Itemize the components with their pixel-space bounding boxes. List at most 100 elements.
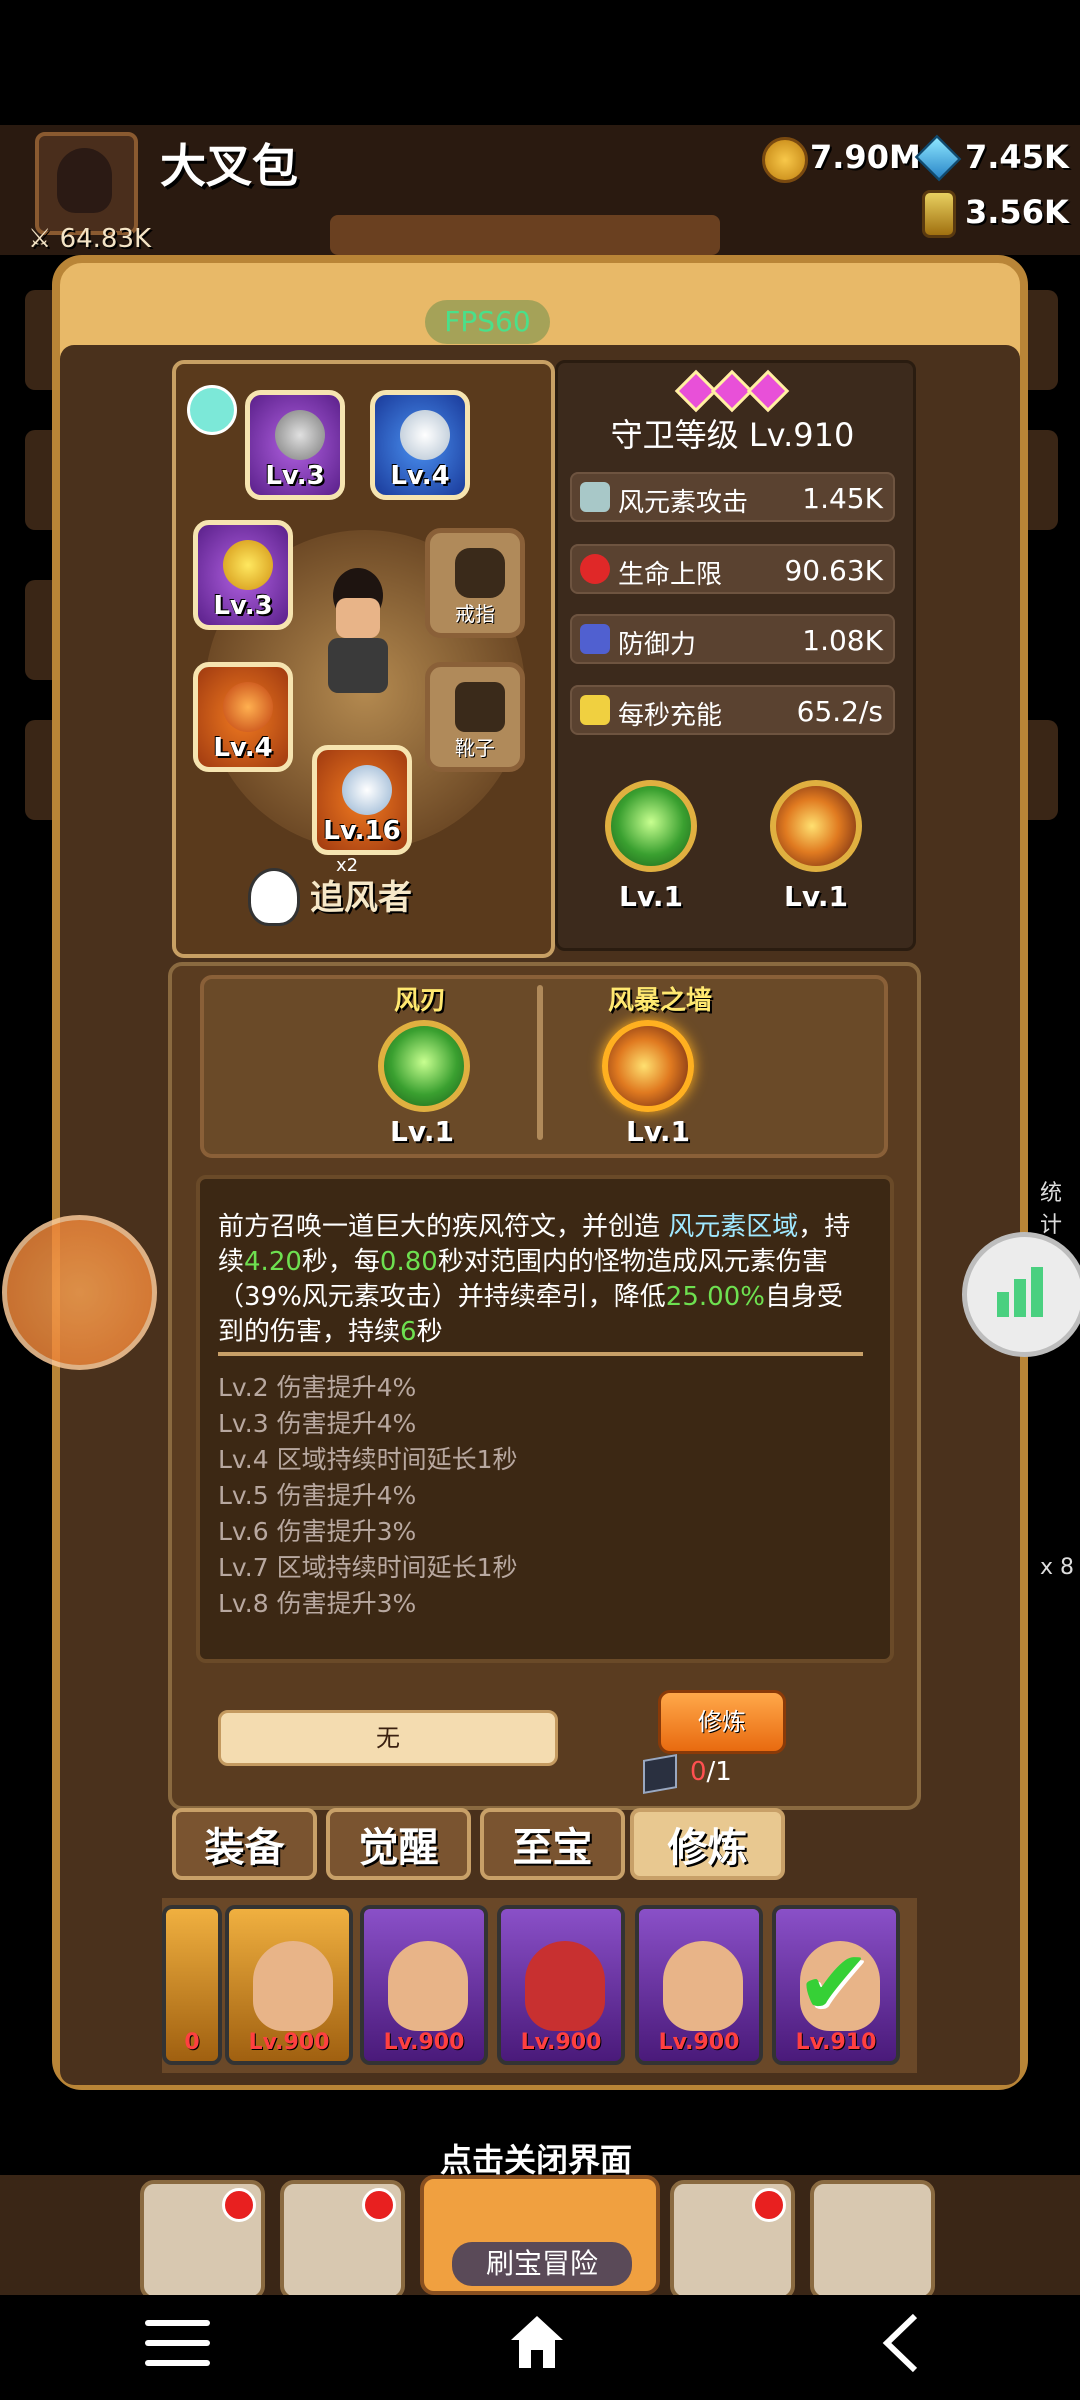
hero-level: Lv.900 xyxy=(248,2030,330,2055)
power-value: 64.83K xyxy=(59,224,152,254)
hero-card[interactable]: Lv.900 xyxy=(497,1905,625,2065)
equip-slot-4[interactable]: Lv.4 xyxy=(193,662,293,772)
skill1-name: 风刃 xyxy=(393,986,446,1016)
hero-card-selected[interactable]: ✔ Lv.910 xyxy=(772,1905,900,2065)
skill-storm-wall-orb[interactable] xyxy=(770,780,862,872)
recent-apps-icon[interactable] xyxy=(145,2320,210,2380)
adventure-label: 刷宝冒险 xyxy=(452,2242,632,2286)
train-button[interactable]: 修炼 xyxy=(658,1690,786,1754)
stats-side-label[interactable]: 统计 xyxy=(1040,1175,1080,1239)
notification-dot xyxy=(752,2188,786,2222)
hero-character xyxy=(318,568,398,708)
floating-assistant-button[interactable] xyxy=(2,1215,157,1370)
hero-card[interactable]: Lv.900 xyxy=(635,1905,763,2065)
gem-amount: 7.45K xyxy=(965,138,1069,176)
hero-portrait xyxy=(388,1941,468,2031)
stat-row-charge: 每秒充能 65.2/s xyxy=(570,685,895,735)
material-count: 0/1 xyxy=(690,1757,732,1787)
class-shield-icon xyxy=(248,868,300,926)
equip-slot-1[interactable]: Lv.3 xyxy=(245,390,345,500)
tab-equipment[interactable]: 装备 xyxy=(172,1808,317,1880)
gold-amount: 7.90M xyxy=(810,138,921,176)
boots-slot[interactable]: 靴子 xyxy=(425,662,525,772)
skill2-level: Lv.1 xyxy=(626,1115,690,1148)
level-upgrade-line: Lv.3 伤害提升4% xyxy=(218,1409,417,1438)
skill1-orb[interactable] xyxy=(378,1020,470,1112)
equip-slot-3[interactable]: Lv.3 xyxy=(193,520,293,630)
back-icon[interactable] xyxy=(875,2312,925,2374)
notification-dot xyxy=(222,2188,256,2222)
skill-description: 前方召唤一道巨大的疾风符文，并创造 风元素区域，持续4.20秒，每0.80秒对范… xyxy=(218,1212,851,1347)
skill-selector xyxy=(200,975,888,1158)
armor-icon xyxy=(223,682,273,732)
material-slot[interactable]: 无 xyxy=(218,1710,558,1766)
shield-icon xyxy=(580,624,610,654)
tab-treasure[interactable]: 至宝 xyxy=(480,1808,625,1880)
ring-label: 戒指 xyxy=(455,602,495,626)
stage-banner xyxy=(330,215,720,255)
hero-portrait xyxy=(253,1941,333,2031)
guard-level: 守卫等级 Lv.910 xyxy=(610,416,855,454)
level-upgrade-line: Lv.5 伤害提升4% xyxy=(218,1481,417,1510)
forge-button[interactable] xyxy=(810,2180,935,2300)
skill2-orb[interactable] xyxy=(602,1020,694,1112)
hero-level: Lv.900 xyxy=(383,2030,465,2055)
diamond-icon xyxy=(746,369,790,413)
stat-value: 1.45K xyxy=(802,482,883,515)
lightning-icon xyxy=(580,695,610,725)
level-upgrade-line: Lv.6 伤害提升3% xyxy=(218,1517,417,1546)
potion-icon xyxy=(922,190,956,238)
skill-divider xyxy=(537,985,543,1140)
tab-awaken[interactable]: 觉醒 xyxy=(326,1808,471,1880)
stat-name: 风元素攻击 xyxy=(618,488,749,518)
level-upgrade-line: Lv.2 伤害提升4% xyxy=(218,1373,417,1402)
boots-icon xyxy=(455,682,505,732)
player-avatar[interactable] xyxy=(35,132,138,235)
player-power: ⚔ 64.83K xyxy=(28,224,152,254)
equip-slot-2[interactable]: Lv.4 xyxy=(370,390,470,500)
stat-name: 生命上限 xyxy=(618,560,723,590)
tab-training[interactable]: 修炼 xyxy=(630,1808,785,1880)
skill2-name: 风暴之墙 xyxy=(607,986,712,1016)
slot-level: Lv.4 xyxy=(390,461,450,491)
level-upgrade-line: Lv.7 区域持续时间延长1秒 xyxy=(218,1553,518,1582)
hero-portrait xyxy=(663,1941,743,2031)
hero-card[interactable]: Lv.900 xyxy=(360,1905,488,2065)
slot-level: Lv.16 xyxy=(323,816,401,846)
skill-wind-blade-orb[interactable] xyxy=(605,780,697,872)
skill1-level: Lv.1 xyxy=(390,1115,454,1148)
speed-multiplier[interactable]: x 8 xyxy=(1040,1555,1074,1580)
helmet-icon xyxy=(223,540,273,590)
vortex-icon xyxy=(275,410,325,460)
hero-level: 0 xyxy=(184,2030,200,2055)
level-upgrade-line: Lv.8 伤害提升3% xyxy=(218,1589,417,1618)
avatar-face xyxy=(57,148,112,213)
checkmark-icon: ✔ xyxy=(796,1931,872,2036)
wind-blade-icon xyxy=(580,482,610,512)
hero-card[interactable]: Lv.900 xyxy=(225,1905,353,2065)
hero-card[interactable]: 0 xyxy=(162,1905,222,2065)
slot-level: Lv.3 xyxy=(265,461,325,491)
ring-slot[interactable]: 戒指 xyxy=(425,528,525,638)
wings-emblem-icon xyxy=(342,765,392,815)
floating-stats-button[interactable] xyxy=(962,1232,1080,1357)
slot-level: Lv.4 xyxy=(213,733,273,763)
stat-name: 每秒充能 xyxy=(618,701,723,731)
home-icon[interactable] xyxy=(505,2310,569,2374)
description-separator xyxy=(218,1352,863,1356)
stat-value: 1.08K xyxy=(802,624,883,657)
wind-element-icon xyxy=(187,385,237,435)
equip-slot-5[interactable]: Lv.16 xyxy=(312,745,412,855)
stat-name: 防御力 xyxy=(618,630,697,660)
class-name: 追风者 xyxy=(310,878,412,918)
player-name: 大叉包 xyxy=(160,139,298,193)
skill-level: Lv.1 xyxy=(784,880,848,913)
rank-diamonds xyxy=(674,368,790,413)
ring-icon xyxy=(455,548,505,598)
hero-level: Lv.900 xyxy=(520,2030,602,2055)
stat-value: 65.2/s xyxy=(796,695,883,728)
fps-counter: FPS60 xyxy=(425,300,550,344)
necklace-icon xyxy=(400,410,450,460)
boots-label: 靴子 xyxy=(455,736,495,760)
heart-icon xyxy=(580,554,610,584)
